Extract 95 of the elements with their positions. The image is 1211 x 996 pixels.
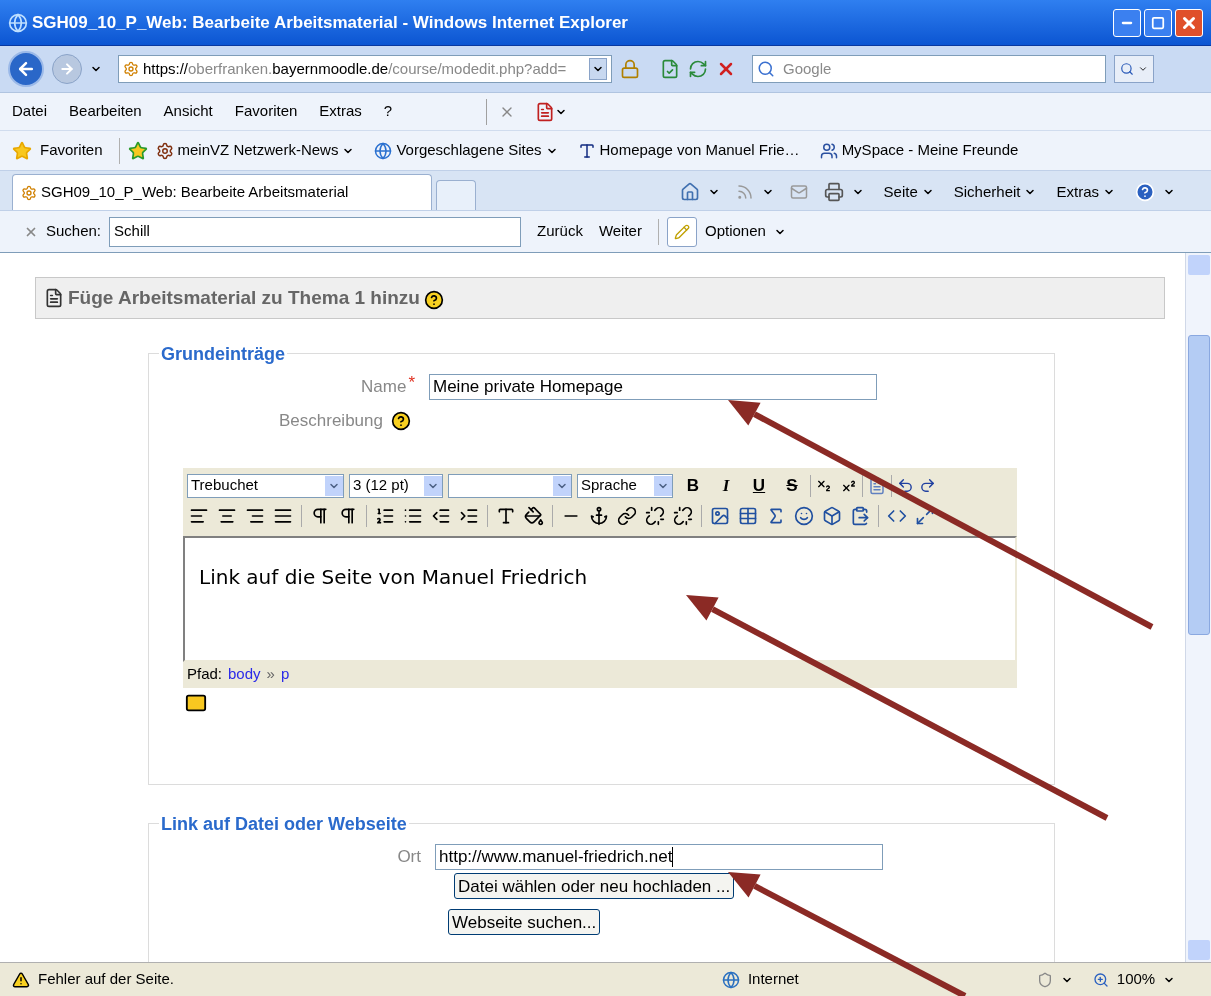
path-link[interactable]: body <box>228 663 261 686</box>
caret-icon <box>1138 64 1148 74</box>
people-icon <box>819 141 838 160</box>
scrollbar[interactable] <box>1185 253 1211 962</box>
format-button[interactable]: S <box>779 472 805 499</box>
window-title: SGH09_10_P_Web: Bearbeite Arbeitsmaterial - Windows Internet Explorer <box>32 11 628 34</box>
zoom-level[interactable]: 100% <box>1116 968 1156 991</box>
command-menu[interactable]: Sicherheit <box>953 180 1021 204</box>
help-icon[interactable] <box>390 410 411 431</box>
favorite-link[interactable]: MySpace - Meine Freunde <box>841 139 1019 162</box>
status-text: Fehler auf der Seite. <box>38 969 174 990</box>
menu-item[interactable]: Favoriten <box>234 100 298 123</box>
smiley-icon[interactable] <box>794 505 814 526</box>
menu-item[interactable]: ? <box>383 100 393 123</box>
maximize-icon <box>1151 15 1165 30</box>
field-label: Ort <box>397 846 421 869</box>
favorite-link[interactable]: meinVZ Netzwerk-News <box>177 139 339 162</box>
form-button[interactable]: Webseite suchen... <box>448 909 601 935</box>
name-field[interactable]: Meine private Homepage <box>429 374 877 400</box>
editor-select[interactable]: Trebuchet <box>187 473 344 498</box>
path-label: Pfad: <box>187 664 223 685</box>
form-button[interactable]: Datei wählen oder neu hochladen ... <box>454 873 735 899</box>
path-link[interactable]: p <box>280 663 290 686</box>
cube-icon[interactable] <box>822 505 842 526</box>
google-logo-icon <box>757 60 775 78</box>
unlink-icon[interactable] <box>673 505 693 526</box>
site-icon <box>123 61 139 77</box>
editor-select[interactable]: Sprache <box>577 473 673 498</box>
close-button[interactable] <box>1175 8 1203 37</box>
favorites-star-icon <box>12 140 32 161</box>
add-favorite-icon[interactable] <box>127 140 148 161</box>
print-icon[interactable] <box>823 182 844 202</box>
compatibility-icon[interactable] <box>660 59 680 79</box>
unlink-icon[interactable] <box>645 505 665 526</box>
find-button[interactable]: Weiter <box>598 220 642 243</box>
paint-bucket-icon[interactable] <box>524 505 544 526</box>
zone-text: Internet <box>747 969 799 990</box>
field-label: Name <box>361 376 407 399</box>
highlight-button[interactable] <box>666 216 697 247</box>
path-separator: » <box>266 664 275 685</box>
menu-item[interactable]: Extras <box>319 100 362 123</box>
gear-icon <box>155 141 174 160</box>
format-button[interactable]: U <box>746 472 772 499</box>
protected-mode-icon[interactable] <box>1036 971 1053 988</box>
pencil-icon <box>673 223 690 240</box>
browser-icon <box>374 141 393 160</box>
help-icon[interactable] <box>423 290 444 310</box>
search-button[interactable] <box>1114 55 1154 83</box>
menu-item[interactable]: Bearbeiten <box>69 100 142 123</box>
pdf-icon[interactable] <box>535 101 556 122</box>
find-button[interactable]: Zurück <box>537 220 583 243</box>
refresh-icon[interactable] <box>688 59 708 79</box>
back-button[interactable] <box>8 51 44 87</box>
editor-select[interactable]: 3 (12 pt) <box>349 473 443 498</box>
favorite-link[interactable]: Homepage von Manuel Frie… <box>599 139 800 162</box>
editor-select[interactable] <box>448 473 572 498</box>
redo-icon[interactable] <box>919 477 936 494</box>
page-heading: Füge Arbeitsmaterial zu Thema 1 hinzu <box>35 277 1165 319</box>
address-field[interactable]: https://oberfranken.bayernmoodle.de/course/modedit.php?add= <box>118 55 612 83</box>
maximize-button[interactable] <box>1144 8 1172 37</box>
image-icon[interactable] <box>710 505 730 526</box>
site-icon <box>21 184 37 201</box>
address-url: https://oberfranken.bayernmoodle.de/course/modedit.php?add= <box>143 58 567 79</box>
format-button[interactable]: B <box>680 472 706 499</box>
minimize-button[interactable] <box>1113 8 1141 37</box>
site-logo-icon <box>577 141 596 160</box>
forward-arrow-icon <box>59 61 75 77</box>
paste-icon[interactable] <box>850 505 870 526</box>
undo-icon[interactable] <box>897 477 914 494</box>
search-icon <box>1120 62 1134 76</box>
find-label: Suchen: <box>46 221 102 242</box>
home-icon[interactable] <box>679 182 700 202</box>
warning-icon[interactable] <box>12 970 30 989</box>
required-mark: * <box>408 372 415 395</box>
globe-icon <box>721 970 740 989</box>
command-menu[interactable]: Seite <box>883 180 918 204</box>
format-button[interactable]: I <box>713 472 739 499</box>
find-field[interactable]: Schill <box>109 216 522 247</box>
zoom-icon[interactable] <box>1092 971 1109 988</box>
location-field[interactable]: http://www.manuel-friedrich.net <box>435 844 883 870</box>
search-field[interactable]: Google <box>752 55 1106 83</box>
menu-item[interactable]: Ansicht <box>163 100 213 123</box>
options-button[interactable]: Optionen <box>704 220 766 243</box>
anchor-icon[interactable] <box>589 505 609 526</box>
favorite-link[interactable]: Vorgeschlagene Sites <box>396 139 542 162</box>
favorites-button[interactable]: Favoriten <box>40 139 103 162</box>
document-icon <box>44 288 64 308</box>
browser-tab[interactable]: SGH09_10_P_Web: Bearbeite Arbeitsmaterial <box>12 174 432 210</box>
menu-item[interactable]: Datei <box>12 100 48 123</box>
field-label: Beschreibung <box>279 410 383 432</box>
editor-area[interactable]: Link auf die Seite von Manuel Friedrich <box>183 535 1017 662</box>
command-menu[interactable]: Extras <box>1056 180 1099 204</box>
table-icon[interactable] <box>738 505 758 526</box>
link-icon[interactable] <box>617 505 637 526</box>
browser-icon <box>8 12 28 33</box>
